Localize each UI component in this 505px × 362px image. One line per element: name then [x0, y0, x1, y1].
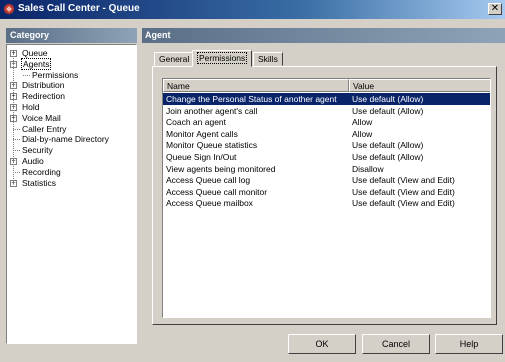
permission-value: Allow	[352, 117, 373, 128]
permission-value: Use default (View and Edit)	[352, 198, 455, 209]
permission-name: Access Queue call monitor	[166, 186, 268, 197]
tab-general[interactable]: General	[154, 52, 195, 66]
permission-value: Use default (Allow)	[352, 152, 424, 162]
tree-item[interactable]: + Statistics	[10, 177, 57, 189]
tree-item-label: Hold	[22, 102, 40, 112]
tree-item-label: Agents	[21, 57, 52, 70]
tree-item[interactable]: + Audio	[10, 156, 45, 167]
cancel-button[interactable]: Cancel	[362, 334, 430, 354]
tree-item[interactable]: + Distribution	[10, 80, 66, 91]
permission-name: Access Queue call log	[166, 175, 251, 186]
tree-item-label: Security	[22, 145, 53, 156]
permission-value: Use default (View and Edit)	[352, 175, 455, 186]
tree-connector	[13, 139, 20, 141]
table-row[interactable]: Monitor Agent calls Allow	[163, 128, 490, 140]
tree-connector	[23, 74, 30, 76]
permission-name: View agents being monitored	[166, 163, 276, 174]
tree-item-label: Statistics	[22, 177, 57, 188]
permission-value: Use default (View and Edit)	[352, 186, 455, 197]
close-icon: ✕	[490, 3, 500, 14]
tree-item[interactable]: Permissions	[23, 69, 79, 81]
column-header-value[interactable]: Value	[349, 79, 490, 92]
tree-item[interactable]: + Hold	[10, 102, 40, 113]
list-header: Name Value	[163, 79, 490, 92]
tree-item-label: Caller Entry	[22, 123, 67, 134]
table-row[interactable]: Access Queue call log Use default (View a…	[163, 174, 490, 186]
tree-item-label: Queue	[22, 48, 48, 58]
permission-name: Change the Personal Status of another ag…	[166, 94, 337, 104]
tab-general-label: General	[159, 54, 190, 64]
tree-item[interactable]: + Redirection	[10, 91, 66, 102]
permission-name: Queue Sign In/Out	[166, 152, 237, 162]
permission-name: Access Queue mailbox	[166, 198, 253, 209]
tab-skills-label: Skills	[258, 54, 278, 64]
table-row[interactable]: Access Queue mailbox Use default (View an…	[163, 197, 490, 209]
tree-item-label: Redirection	[22, 91, 65, 102]
tree-item[interactable]: Caller Entry	[13, 123, 67, 135]
permission-name: Monitor Queue statistics	[166, 140, 258, 151]
tree-item-label: Recording	[22, 166, 61, 177]
permission-value: Use default (Allow)	[352, 105, 424, 116]
tree-item[interactable]: Dial-by-name Directory	[13, 134, 110, 145]
category-header: Category	[6, 28, 137, 43]
table-row[interactable]: Access Queue call monitor Use default (Vi…	[163, 186, 490, 198]
tab-permissions[interactable]: Permissions	[192, 50, 253, 67]
tree-item-label: Voice Mail	[22, 112, 61, 123]
permissions-list[interactable]: Name Value Change the Personal Status of…	[162, 78, 491, 318]
table-row[interactable]: Coach an agent Allow	[163, 116, 490, 128]
table-row[interactable]: Queue Sign In/Out Use default (Allow)	[163, 151, 490, 163]
table-row[interactable]: Change the Personal Status of another ag…	[163, 93, 490, 105]
tree-item-label: Dial-by-name Directory	[22, 134, 109, 145]
tree-connector	[13, 128, 20, 130]
window-title: Sales Call Center - Queue	[18, 3, 140, 14]
tree-item[interactable]: + Voice Mail	[10, 112, 62, 124]
table-row[interactable]: Join another agent's call Use default (Al…	[163, 105, 490, 117]
title-bar: Sales Call Center - Queue ✕	[0, 0, 505, 19]
tree-item[interactable]: − Agents	[10, 57, 52, 70]
app-icon	[4, 4, 14, 14]
permission-name: Join another agent's call	[166, 105, 258, 116]
tree-connector	[13, 150, 20, 152]
permission-value: Use default (Allow)	[352, 140, 424, 151]
tab-skills[interactable]: Skills	[253, 52, 283, 66]
agent-header: Agent	[142, 28, 505, 43]
table-row[interactable]: Monitor Queue statistics Use default (All…	[163, 139, 490, 151]
tab-permissions-label: Permissions	[197, 52, 248, 64]
permission-name: Coach an agent	[166, 117, 227, 128]
tree-item[interactable]: Security	[13, 145, 54, 156]
permission-value: Allow	[352, 128, 373, 139]
permission-value: Disallow	[352, 163, 384, 174]
table-row[interactable]: View agents being monitored Disallow	[163, 163, 490, 175]
tree-connector	[13, 53, 14, 183]
permission-name: Monitor Agent calls	[166, 128, 238, 139]
category-tree[interactable]: + Queue − Agents Permissions + Distribution + Re…	[6, 44, 137, 344]
tree-connector	[13, 171, 20, 173]
column-header-name[interactable]: Name	[163, 79, 349, 92]
tree-item[interactable]: Recording	[13, 166, 62, 178]
tree-item-label: Distribution	[22, 80, 65, 91]
tree-item-label: Permissions	[32, 69, 79, 80]
ok-button[interactable]: OK	[288, 334, 356, 354]
tree-item-label: Audio	[22, 156, 44, 166]
close-button[interactable]: ✕	[488, 3, 502, 15]
help-button[interactable]: Help	[435, 334, 503, 354]
permission-value: Use default (Allow)	[352, 94, 424, 104]
